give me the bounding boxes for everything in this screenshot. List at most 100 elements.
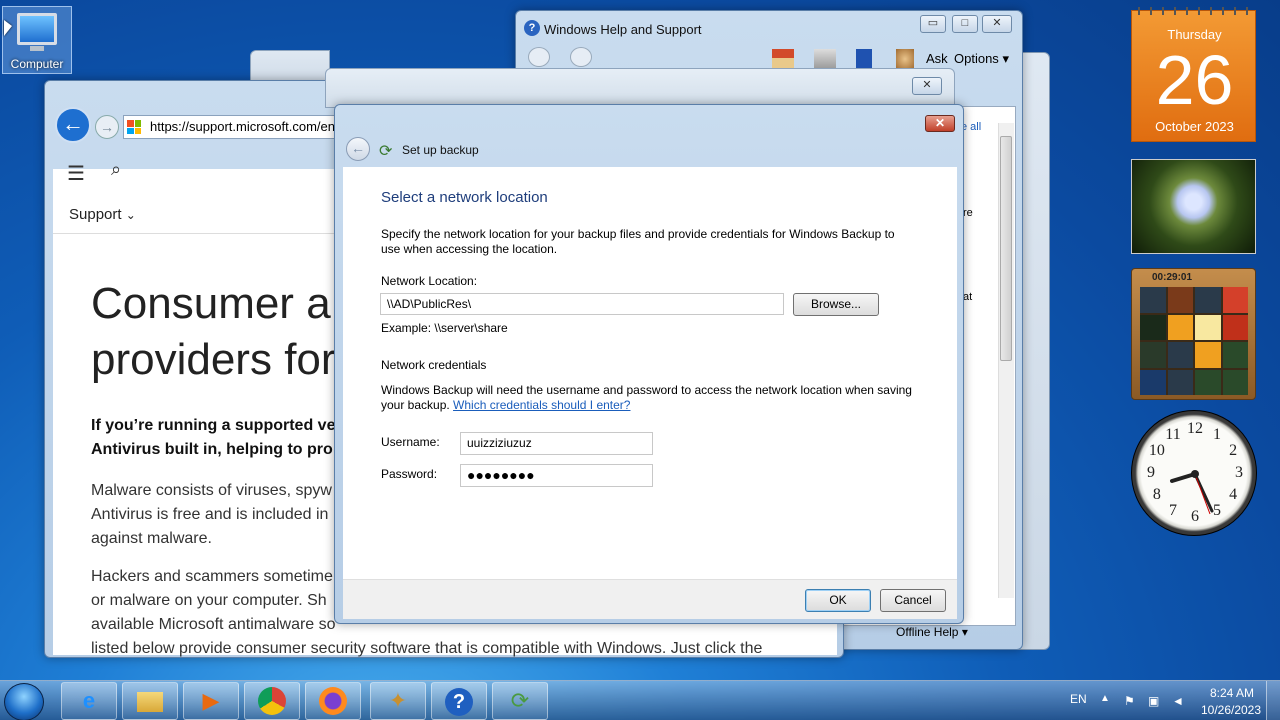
picture-puzzle-gadget[interactable]: 00:29:01 [1131, 268, 1256, 400]
media-player-icon[interactable]: ▶ [183, 682, 239, 720]
close-button[interactable]: ✕ [925, 115, 955, 132]
search-icon[interactable]: ⌕ [111, 159, 121, 180]
puzzle-tile[interactable] [1222, 314, 1248, 340]
chevron-down-icon: ⌄ [125, 208, 136, 222]
print-icon[interactable] [814, 49, 836, 69]
backup-icon[interactable]: ⟳ [492, 682, 548, 720]
browse-button[interactable]: Browse... [793, 293, 879, 316]
network-icon[interactable]: ▣ [1148, 694, 1162, 708]
close-button[interactable]: ✕ [912, 77, 942, 95]
volume-icon[interactable]: ◄ [1172, 694, 1186, 708]
puzzle-tile[interactable] [1167, 314, 1193, 340]
puzzle-tile[interactable] [1195, 314, 1221, 340]
browse-help-icon[interactable] [856, 49, 872, 69]
support-nav-menu[interactable]: Support ⌄ [69, 206, 136, 223]
forward-button[interactable]: → [95, 115, 119, 139]
forward-arrow-icon[interactable] [570, 47, 592, 67]
ask-icon[interactable] [896, 49, 914, 69]
calendar-rings [1132, 7, 1257, 15]
network-location-input[interactable]: \\AD\PublicRes\ [380, 293, 784, 315]
tray-expand-icon[interactable]: ▲ [1100, 693, 1110, 704]
clock-gadget[interactable]: 12 1 2 3 4 5 6 7 8 9 10 11 [1131, 410, 1257, 536]
password-label: Password: [381, 467, 438, 481]
puzzle-tile[interactable] [1167, 342, 1193, 368]
puzzle-tile[interactable] [1195, 342, 1221, 368]
dialog-title: Set up backup [402, 143, 479, 157]
cancel-button[interactable]: Cancel [880, 589, 946, 612]
back-button[interactable]: ← [346, 137, 370, 161]
start-button[interactable] [4, 683, 44, 720]
back-arrow-icon[interactable] [528, 47, 550, 67]
puzzle-tile[interactable] [1222, 342, 1248, 368]
sync-icon[interactable]: ✦ [370, 682, 426, 720]
clock-number: 12 [1187, 420, 1203, 437]
body-paragraph: Malware consists of viruses, spyw Antivi… [91, 482, 332, 547]
action-center-icon[interactable]: ⚑ [1124, 694, 1138, 708]
support-nav-label: Support [69, 206, 122, 223]
chevron-down-icon: ▾ [1002, 51, 1009, 66]
hamburger-menu-icon[interactable]: ☰ [67, 161, 85, 186]
dialog-description: Specify the network location for your ba… [381, 227, 895, 256]
puzzle-tile[interactable] [1222, 287, 1248, 313]
puzzle-timer: 00:29:01 [1152, 272, 1193, 283]
language-indicator[interactable]: EN [1070, 692, 1087, 706]
chrome-icon[interactable] [244, 682, 300, 720]
clock-center [1191, 470, 1199, 478]
dialog-heading: Select a network location [381, 189, 548, 206]
puzzle-grid[interactable] [1140, 287, 1248, 395]
clock-time[interactable]: 8:24 AM [1200, 686, 1264, 700]
back-button[interactable]: ← [55, 107, 91, 143]
desktop-icon-computer[interactable]: Computer [2, 6, 72, 74]
offline-help-menu[interactable]: Offline Help ▾ [896, 625, 968, 639]
address-bar[interactable]: https://support.microsoft.com/en [123, 115, 363, 139]
help-icon[interactable]: ? [431, 682, 487, 720]
puzzle-tile[interactable] [1167, 287, 1193, 313]
clock-number: 8 [1152, 486, 1161, 503]
clock-number: 11 [1165, 425, 1181, 443]
calendar-gadget[interactable]: Thursday 26 October 2023 [1131, 7, 1257, 142]
ok-button[interactable]: OK [805, 589, 871, 612]
clock-number: 2 [1229, 442, 1238, 459]
credentials-description: Windows Backup will need the username an… [381, 383, 921, 413]
maximize-button[interactable]: □ [952, 15, 978, 33]
password-field[interactable]: ●●●●●●●● [460, 464, 653, 487]
slideshow-gadget[interactable] [1131, 159, 1256, 254]
backup-dialog[interactable]: ✕ ← ⟳ Set up backup Select a network loc… [334, 104, 964, 624]
minimize-button[interactable]: ▭ [920, 15, 946, 33]
ask-button[interactable]: Ask [926, 51, 948, 66]
calendar-date: 26 [1155, 41, 1234, 119]
clock-number: 9 [1147, 464, 1155, 481]
explorer-icon[interactable] [122, 682, 178, 720]
clock-number: 10 [1148, 442, 1165, 459]
puzzle-tile[interactable] [1222, 369, 1248, 395]
taskbar: e ▶ ✦ ? ⟳ EN ▲ ⚑ ▣ ◄ 8:24 AM 10/26/2023 [0, 680, 1280, 720]
username-label: Username: [381, 435, 440, 449]
calendar-month: October 2023 [1155, 119, 1234, 134]
options-menu[interactable]: Options ▾ [954, 51, 1009, 67]
credentials-help-link[interactable]: Which credentials should I enter? [453, 398, 630, 412]
see-all-link[interactable]: e all [961, 121, 981, 133]
background-window[interactable]: ✕ [325, 68, 955, 108]
close-button[interactable]: ✕ [982, 15, 1012, 33]
puzzle-tile[interactable] [1140, 342, 1166, 368]
puzzle-tile[interactable] [1140, 369, 1166, 395]
show-desktop-button[interactable] [1266, 681, 1280, 720]
username-field[interactable]: uuizziziuzuz [460, 432, 653, 455]
mouse-cursor-icon [4, 20, 12, 36]
desktop-icon-label: Computer [10, 57, 64, 71]
home-icon[interactable] [772, 49, 794, 69]
puzzle-tile[interactable] [1167, 369, 1193, 395]
network-location-label: Network Location: [381, 274, 478, 288]
example-text: Example: \\server\share [381, 321, 508, 335]
puzzle-tile[interactable] [1140, 314, 1166, 340]
clock-date[interactable]: 10/26/2023 [1196, 703, 1266, 717]
puzzle-tile[interactable] [1195, 287, 1221, 313]
backup-icon: ⟳ [379, 143, 393, 160]
options-label: Options [954, 51, 999, 66]
ie-icon[interactable]: e [61, 682, 117, 720]
puzzle-tile[interactable] [1140, 287, 1166, 313]
firefox-icon[interactable] [305, 682, 361, 720]
puzzle-tile[interactable] [1195, 369, 1221, 395]
microsoft-logo-icon [127, 120, 141, 134]
scrollbar-thumb[interactable] [1000, 136, 1012, 361]
